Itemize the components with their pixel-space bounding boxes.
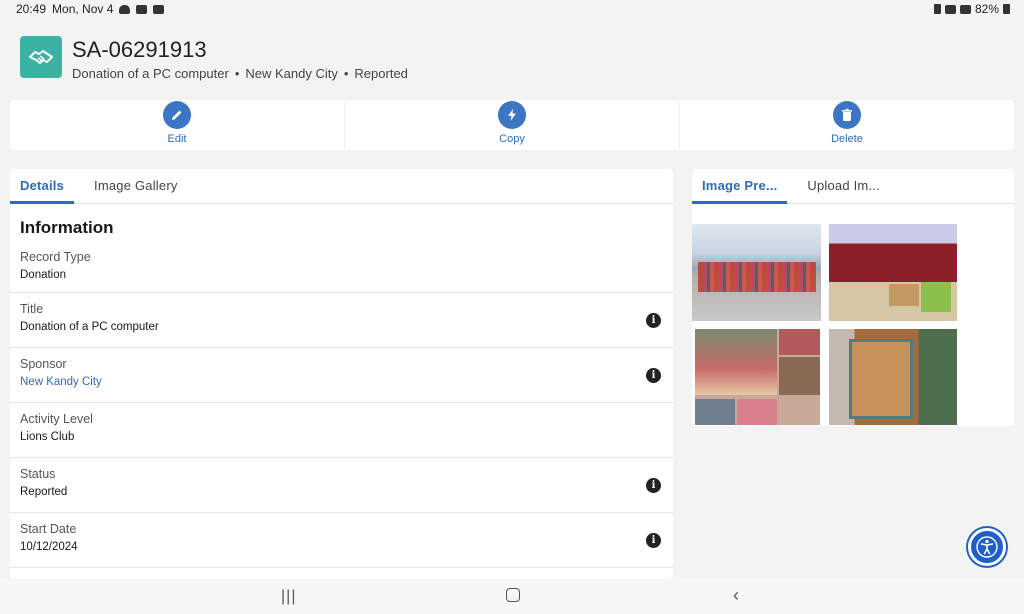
accessibility-icon xyxy=(976,536,998,558)
image-thumbnail[interactable] xyxy=(692,224,821,321)
lightning-icon xyxy=(498,101,526,129)
accessibility-button[interactable] xyxy=(968,528,1006,566)
field-value: 10/12/2024 xyxy=(20,541,78,553)
image-preview-card: Image Pre... Upload Im... xyxy=(692,169,1014,426)
sponsor-link[interactable]: New Kandy City xyxy=(20,376,663,388)
field-value: Donation of a PC computer xyxy=(20,321,159,333)
cloud-icon xyxy=(119,4,131,14)
field-label: Activity Level xyxy=(20,412,93,426)
info-icon[interactable]: i xyxy=(646,313,661,328)
field-label: Record Type xyxy=(20,250,91,264)
handshake-icon xyxy=(20,36,62,78)
field-sponsor: Sponsor New Kandy City i xyxy=(10,348,673,403)
info-icon[interactable]: i xyxy=(646,533,661,548)
tab-upload-image[interactable]: Upload Im... xyxy=(797,169,890,204)
field-label: Sponsor xyxy=(20,357,67,371)
photo-icon xyxy=(153,4,165,14)
tab-image-preview[interactable]: Image Pre... xyxy=(692,169,788,204)
battery-icon xyxy=(1003,4,1010,14)
record-id: SA-06291913 xyxy=(72,37,207,62)
battery-percent: 82% xyxy=(974,2,999,16)
edit-button[interactable]: Edit xyxy=(10,100,345,150)
trash-icon xyxy=(833,101,861,129)
back-button[interactable]: ‹ xyxy=(733,585,739,606)
status-time: 20:49 xyxy=(16,2,47,16)
details-card: Details Image Gallery Information Record… xyxy=(10,169,673,579)
home-button[interactable] xyxy=(506,588,520,602)
field-record-type: Record Type Donation xyxy=(10,246,673,293)
field-title: Title Donation of a PC computer i xyxy=(10,293,673,348)
navigation-bar: ||| ‹ xyxy=(0,579,1024,614)
action-bar: Edit Copy Delete xyxy=(10,100,1014,150)
pencil-icon xyxy=(163,101,191,129)
signal-icon xyxy=(959,4,971,14)
tab-details[interactable]: Details xyxy=(10,169,75,204)
info-icon[interactable]: i xyxy=(646,478,661,493)
image-thumbnail[interactable] xyxy=(695,329,820,425)
separator-dot: • xyxy=(343,66,349,81)
copy-label: Copy xyxy=(499,133,525,145)
field-value: Lions Club xyxy=(20,431,75,443)
status-date: Mon, Nov 4 xyxy=(52,2,114,16)
field-value: Reported xyxy=(20,486,68,498)
section-title: Information xyxy=(20,218,114,237)
record-subtitle: Donation of a PC computer • New Kandy Ci… xyxy=(72,66,408,81)
separator-dot: • xyxy=(234,66,240,81)
image-thumbnail[interactable] xyxy=(829,329,957,425)
copy-button[interactable]: Copy xyxy=(345,100,680,150)
field-value: Donation xyxy=(20,269,67,281)
field-activity-level: Activity Level Lions Club xyxy=(10,403,673,458)
recents-button[interactable]: ||| xyxy=(281,588,296,606)
field-label: Title xyxy=(20,302,44,316)
field-label: Status xyxy=(20,467,56,481)
field-label: Start Date xyxy=(20,522,77,536)
subtitle-sponsor: New Kandy City xyxy=(245,66,338,81)
image-thumbnail[interactable] xyxy=(829,224,957,321)
info-icon[interactable]: i xyxy=(646,368,661,383)
status-bar: 20:49 Mon, Nov 4 82% xyxy=(0,0,1024,18)
delete-button[interactable]: Delete xyxy=(680,100,1014,150)
delete-label: Delete xyxy=(831,133,863,145)
youtube-icon xyxy=(136,4,148,14)
details-tabs: Details Image Gallery xyxy=(10,169,673,204)
edit-label: Edit xyxy=(167,133,187,145)
subtitle-status: Reported xyxy=(354,66,408,81)
field-start-date: Start Date 10/12/2024 i xyxy=(10,513,673,568)
subtitle-title: Donation of a PC computer xyxy=(72,66,229,81)
wifi-icon xyxy=(944,4,956,14)
tab-image-gallery[interactable]: Image Gallery xyxy=(84,169,188,204)
field-status: Status Reported i xyxy=(10,458,673,513)
preview-tabs: Image Pre... Upload Im... xyxy=(692,169,1014,204)
alarm-icon xyxy=(933,4,941,14)
